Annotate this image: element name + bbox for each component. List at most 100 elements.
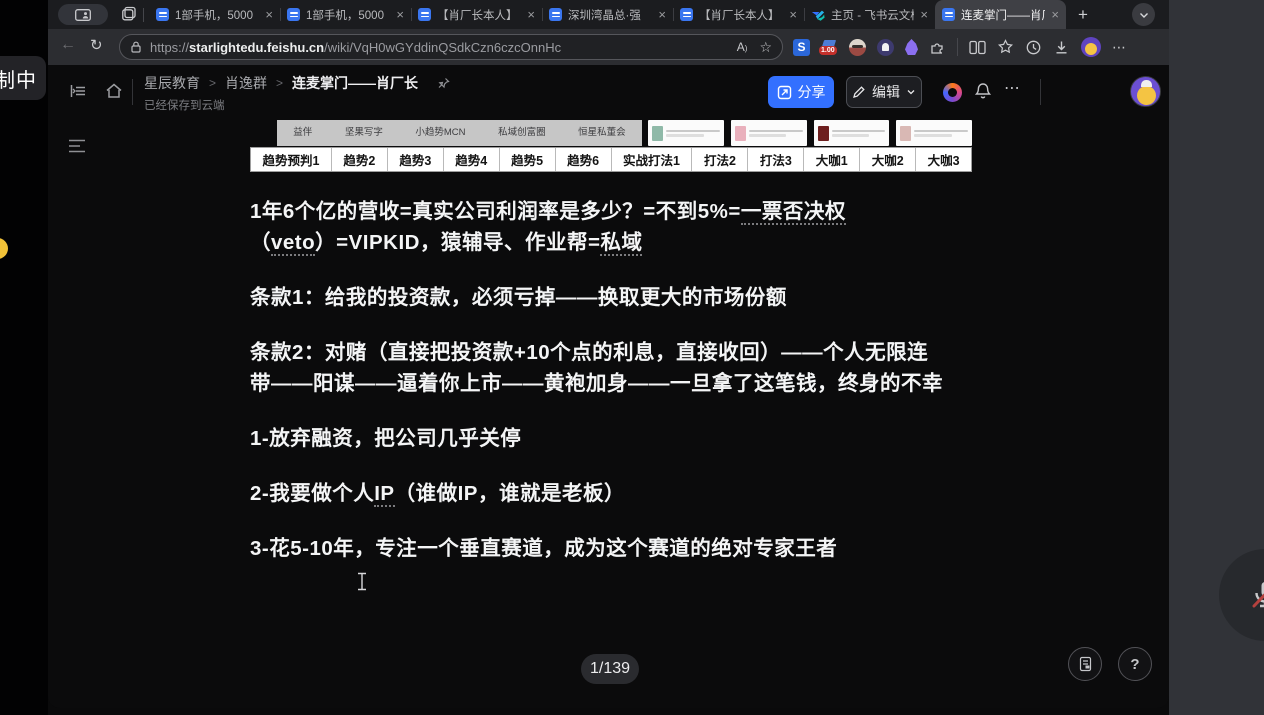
new-tab-button[interactable]: + bbox=[1066, 0, 1100, 29]
collections-button[interactable] bbox=[120, 5, 138, 23]
downloads-icon[interactable] bbox=[1053, 39, 1070, 56]
extension-s-icon[interactable]: S bbox=[793, 39, 810, 56]
extension-avatar-icon[interactable] bbox=[849, 39, 866, 56]
table-cell[interactable]: 趋势3 bbox=[387, 148, 443, 171]
thumbnail-image bbox=[735, 126, 746, 141]
feedback-doc-icon bbox=[1078, 656, 1093, 672]
favorites-bar-icon[interactable] bbox=[997, 39, 1014, 55]
table-cell[interactable]: 大咖3 bbox=[915, 148, 971, 171]
save-status: 已经保存到云端 bbox=[144, 97, 450, 113]
table-header-label: 恒星私董会 bbox=[578, 124, 626, 138]
hamburger-icon bbox=[68, 139, 86, 153]
document-icon bbox=[942, 8, 955, 21]
browser-tab[interactable]: 连麦掌门——肖厂× bbox=[935, 0, 1066, 29]
paragraph[interactable]: 1-放弃融资，把公司几乎关停 bbox=[250, 423, 980, 454]
spellcheck-underlined-text: veto bbox=[271, 231, 315, 256]
notifications-button[interactable] bbox=[973, 81, 993, 103]
breadcrumb: 星辰教育>肖逸群>连麦掌门——肖厂长 bbox=[144, 73, 450, 93]
thumbnail-card bbox=[814, 120, 890, 146]
table-cell[interactable]: 打法3 bbox=[747, 148, 803, 171]
extension-flame-icon[interactable] bbox=[905, 39, 918, 55]
tab-close-icon[interactable]: × bbox=[658, 8, 666, 21]
back-button[interactable]: ← bbox=[60, 36, 76, 54]
header-more-button[interactable]: ⋯ bbox=[1004, 78, 1021, 98]
extension-ghost-icon[interactable] bbox=[877, 39, 894, 56]
tab-close-icon[interactable]: × bbox=[1051, 8, 1059, 21]
url-field[interactable]: https://starlightedu.feishu.cn/wiki/VqH0… bbox=[119, 34, 783, 60]
paragraph-line: 1-放弃融资，把公司几乎关停 bbox=[250, 423, 980, 454]
tab-search-dropdown-button[interactable] bbox=[1132, 3, 1155, 26]
edit-button[interactable]: 编辑 bbox=[846, 76, 922, 108]
text-segment: 1-放弃融资，把公司几乎关停 bbox=[250, 427, 521, 450]
table-header-label: 私域创富圈 bbox=[498, 124, 546, 138]
browser-tab[interactable]: 主页 - 飞书云文档× bbox=[804, 0, 935, 29]
browser-tab[interactable]: 1部手机，5000× bbox=[280, 0, 411, 29]
tab-close-icon[interactable]: × bbox=[396, 8, 404, 21]
mic-muted-icon bbox=[1245, 575, 1264, 615]
extensions-puzzle-icon[interactable] bbox=[929, 39, 946, 56]
table-cell[interactable]: 趋势预判1 bbox=[251, 148, 331, 171]
table-cell[interactable]: 大咖2 bbox=[859, 148, 915, 171]
sidebar-collapse-icon bbox=[68, 81, 88, 101]
chevron-down-icon bbox=[906, 87, 916, 97]
tab-close-icon[interactable]: × bbox=[920, 8, 928, 21]
document-icon bbox=[156, 8, 169, 21]
table-cell[interactable]: 趋势6 bbox=[555, 148, 611, 171]
breadcrumb-item[interactable]: 肖逸群 bbox=[225, 73, 267, 93]
table-image-header[interactable]: 益伴坚果写字小趋势MCN私域创富圈恒星私董会 bbox=[277, 120, 642, 146]
breadcrumb-item[interactable]: 星辰教育 bbox=[144, 73, 200, 93]
home-button[interactable] bbox=[104, 81, 124, 101]
edit-label: 编辑 bbox=[872, 82, 900, 102]
user-avatar[interactable] bbox=[1130, 76, 1161, 107]
browser-menu-icon[interactable]: ⋯ bbox=[1112, 39, 1127, 56]
feedback-button[interactable] bbox=[1068, 647, 1102, 681]
table-cell[interactable]: 趋势2 bbox=[331, 148, 387, 171]
tab-close-icon[interactable]: × bbox=[789, 8, 797, 21]
breadcrumb-item[interactable]: 连麦掌门——肖厂长 bbox=[292, 73, 418, 93]
help-button[interactable]: ? bbox=[1118, 647, 1152, 681]
pin-icon[interactable] bbox=[437, 77, 450, 90]
paragraph[interactable]: 2-我要做个人IP（谁做IP，谁就是老板） bbox=[250, 478, 980, 509]
table-cell[interactable]: 趋势4 bbox=[443, 148, 499, 171]
browser-tab[interactable]: 【肖厂长本人】× bbox=[411, 0, 542, 29]
refresh-button[interactable]: ↻ bbox=[90, 36, 103, 54]
browser-tab[interactable]: 【肖厂长本人】 × bbox=[673, 0, 804, 29]
thumbnail-card bbox=[731, 120, 807, 146]
split-screen-icon[interactable] bbox=[969, 40, 986, 55]
magic-status-icon[interactable] bbox=[943, 83, 962, 102]
paragraph[interactable]: 1年6个亿的营收=真实公司利润率是多少？=不到5%=一票否决权（veto）=VI… bbox=[250, 196, 980, 258]
desktop-left-edge bbox=[0, 0, 48, 715]
paragraph[interactable]: 条款2：对赌（直接把投资款+10个点的利息，直接收回）——个人无限连带——阳谋—… bbox=[250, 337, 980, 399]
table-cell[interactable]: 打法2 bbox=[691, 148, 747, 171]
tab-close-icon[interactable]: × bbox=[265, 8, 273, 21]
table-cell[interactable]: 实战打法1 bbox=[611, 148, 692, 171]
table-header-label: 坚果写字 bbox=[345, 124, 383, 138]
table-image-cards[interactable] bbox=[648, 120, 972, 146]
paragraph[interactable]: 条款1：给我的投资款，必须亏掉——换取更大的市场份额 bbox=[250, 282, 980, 313]
text-segment: （ bbox=[250, 231, 271, 254]
text-cursor bbox=[356, 572, 368, 591]
wiki-menu-button[interactable] bbox=[68, 139, 86, 153]
breadcrumb-separator: > bbox=[209, 76, 216, 90]
browser-profile-avatar[interactable] bbox=[1081, 37, 1101, 57]
table-cell[interactable]: 大咖1 bbox=[803, 148, 859, 171]
tab-title: 【肖厂长本人】 bbox=[699, 7, 783, 23]
tab-activity-button[interactable] bbox=[58, 4, 108, 25]
history-icon[interactable] bbox=[1025, 39, 1042, 56]
document-icon bbox=[549, 8, 562, 21]
table-tab-row[interactable]: 趋势预判1趋势2趋势3趋势4趋势5趋势6实战打法1打法2打法3大咖1大咖2大咖3 bbox=[250, 147, 972, 172]
read-aloud-icon[interactable]: A) bbox=[737, 40, 748, 54]
sidebar-collapse-button[interactable] bbox=[68, 81, 88, 101]
browser-tab[interactable]: 深圳湾晶总·强 × bbox=[542, 0, 673, 29]
document-icon bbox=[680, 8, 693, 21]
spellcheck-underlined-text: IP bbox=[374, 482, 394, 507]
tab-title: 深圳湾晶总·强 bbox=[568, 7, 652, 23]
paragraph[interactable]: 3-花5-10年，专注一个垂直赛道，成为这个赛道的绝对专家王者 bbox=[250, 533, 980, 564]
browser-tab[interactable]: 1部手机，5000× bbox=[149, 0, 280, 29]
tab-close-icon[interactable]: × bbox=[527, 8, 535, 21]
extension-price-badge-icon[interactable]: 1.00 bbox=[821, 40, 838, 55]
add-favorite-icon[interactable]: ☆ bbox=[759, 39, 772, 56]
share-button[interactable]: 分享 bbox=[768, 76, 834, 108]
table-cell[interactable]: 趋势5 bbox=[499, 148, 555, 171]
paragraph-line: 条款2：对赌（直接把投资款+10个点的利息，直接收回）——个人无限连 bbox=[250, 337, 980, 368]
